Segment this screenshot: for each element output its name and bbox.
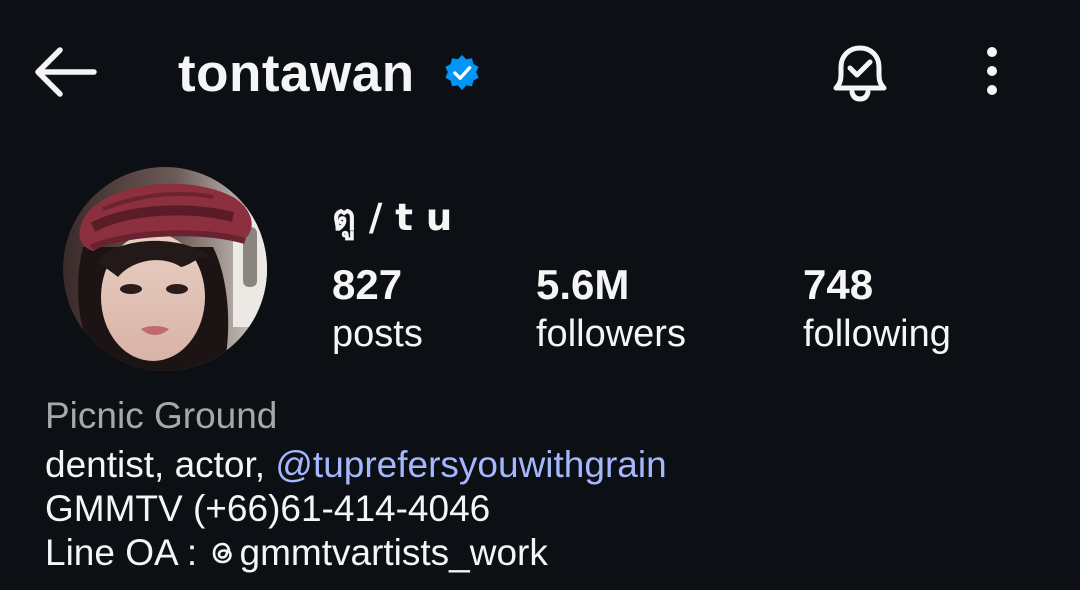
notification-bell-icon bbox=[833, 45, 887, 102]
followers-count: 5.6M bbox=[536, 261, 630, 308]
more-options-button[interactable] bbox=[972, 44, 1012, 100]
bio-line-2: GMMTV (+66)61-414-4046 bbox=[45, 488, 491, 529]
bio-line-3: Line OA : gmmtvartists_work bbox=[45, 531, 548, 575]
back-button[interactable] bbox=[30, 44, 100, 100]
profile-category: Picnic Ground bbox=[45, 395, 278, 436]
verified-badge-icon bbox=[444, 54, 479, 91]
username: tontawan bbox=[178, 43, 415, 103]
following-stat[interactable]: 748 following bbox=[803, 262, 951, 360]
bio-line-oa-handle: gmmtvartists_work bbox=[239, 532, 548, 573]
posts-count: 827 bbox=[332, 261, 403, 308]
display-name: ตู / t u bbox=[332, 196, 453, 239]
followers-stat[interactable]: 5.6M followers bbox=[536, 262, 686, 360]
following-count: 748 bbox=[803, 261, 874, 308]
bio-text: dentist, actor, bbox=[45, 444, 276, 485]
more-options-icon bbox=[987, 47, 997, 95]
profile-screen: tontawan ตู / t u 827 posts 5.6M followe… bbox=[0, 0, 1080, 590]
threads-icon bbox=[212, 542, 232, 564]
posts-stat[interactable]: 827 posts bbox=[332, 262, 423, 360]
back-arrow-icon bbox=[35, 47, 97, 97]
posts-label: posts bbox=[332, 313, 423, 355]
profile-photo bbox=[63, 167, 267, 371]
header-title: tontawan bbox=[178, 40, 481, 106]
avatar[interactable] bbox=[63, 167, 267, 371]
bio-line-oa-label: Line OA : bbox=[45, 532, 208, 573]
followers-label: followers bbox=[536, 313, 686, 355]
notifications-button[interactable] bbox=[826, 40, 894, 106]
bio-line-1: dentist, actor, @tuprefersyouwithgrain bbox=[45, 443, 667, 487]
bio-mention-link[interactable]: @tuprefersyouwithgrain bbox=[275, 444, 666, 485]
following-label: following bbox=[803, 313, 951, 355]
